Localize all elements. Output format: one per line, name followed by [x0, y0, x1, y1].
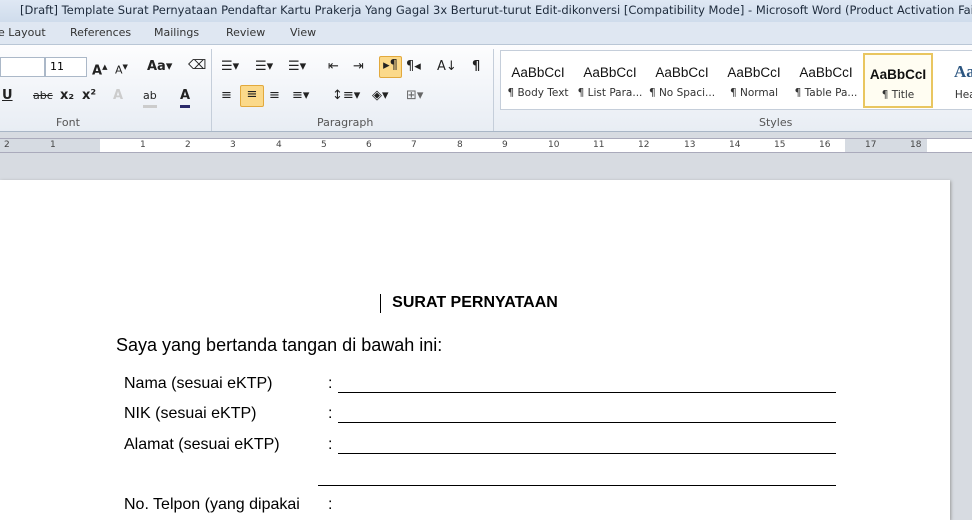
- field-line-nik: [338, 422, 836, 423]
- sort-icon[interactable]: A↓: [437, 58, 457, 76]
- numbering-icon[interactable]: ☰▾: [255, 58, 273, 76]
- ruler-number: 3: [230, 140, 236, 150]
- justify-icon[interactable]: ≡▾: [292, 87, 309, 105]
- ruler-number: 1: [50, 140, 56, 150]
- font-size-select[interactable]: 11: [45, 57, 87, 77]
- ruler-number: 17: [865, 140, 877, 150]
- ruler-number: 2: [4, 140, 10, 150]
- ruler-number: 14: [729, 140, 741, 150]
- style-list-paragraph[interactable]: AaBbCcI ¶ List Para...: [575, 53, 645, 108]
- ruler-number: 9: [502, 140, 508, 150]
- shading-icon[interactable]: ◈▾: [372, 87, 389, 105]
- title-bar: [Draft] Template Surat Pernyataan Pendaf…: [0, 0, 972, 22]
- ruler-number: 11: [593, 140, 605, 150]
- style-normal[interactable]: AaBbCcI ¶ Normal: [719, 53, 789, 108]
- ruler-number: 4: [276, 140, 282, 150]
- ruler-number: 13: [684, 140, 696, 150]
- ruler-number: 8: [457, 140, 463, 150]
- field-line-nama: [338, 392, 836, 393]
- field-colon: :: [328, 375, 333, 392]
- style-heading[interactable]: AaBHeadi: [935, 53, 972, 108]
- document-heading: SURAT PERNYATAAN: [392, 294, 558, 311]
- ruler-number: 12: [638, 140, 650, 150]
- underline-icon[interactable]: U: [2, 87, 13, 105]
- ruler-number: 1: [140, 140, 146, 150]
- strikethrough-icon[interactable]: abc: [33, 87, 53, 105]
- ruler-number: 2: [185, 140, 191, 150]
- ruler-number: 10: [548, 140, 560, 150]
- field-colon: :: [328, 496, 333, 513]
- align-left-icon[interactable]: ≡: [221, 87, 232, 105]
- shrink-font-icon[interactable]: A▼: [115, 58, 128, 80]
- decrease-indent-icon[interactable]: ⇤: [328, 58, 339, 76]
- grow-font-icon[interactable]: A▲: [92, 58, 107, 80]
- style-no-spacing[interactable]: AaBbCcI ¶ No Spaci...: [647, 53, 717, 108]
- tab-view[interactable]: View: [290, 26, 316, 39]
- ribbon-tabs: e Layout References Mailings Review View: [0, 22, 972, 44]
- multilevel-list-icon[interactable]: ☰▾: [288, 58, 306, 76]
- show-formatting-icon[interactable]: ¶: [472, 58, 480, 76]
- increase-indent-icon[interactable]: ⇥: [353, 58, 364, 76]
- text-cursor: [380, 294, 381, 313]
- field-line-alamat-2: [318, 485, 836, 486]
- superscript-icon[interactable]: x²: [82, 87, 96, 105]
- field-label-nama: Nama (sesuai eKTP): [124, 375, 273, 392]
- subscript-icon[interactable]: x₂: [60, 87, 74, 105]
- tab-review[interactable]: Review: [226, 26, 265, 39]
- tab-references[interactable]: References: [70, 26, 131, 39]
- styles-group-label: Styles: [759, 116, 793, 129]
- bullets-icon[interactable]: ☰▾: [221, 58, 239, 76]
- intro-text: Saya yang bertanda tangan di bawah ini:: [116, 335, 443, 355]
- highlight-icon[interactable]: ab: [143, 87, 157, 108]
- ribbon: 11 A▲ A▼ Aa▾ ⌫ U abc x₂ x² A ab A Font ☰…: [0, 44, 972, 132]
- line-spacing-icon[interactable]: ↕≡▾: [332, 87, 360, 105]
- style-body-text[interactable]: AaBbCcI ¶ Body Text: [503, 53, 573, 108]
- align-center-icon[interactable]: ≡: [240, 85, 264, 107]
- field-colon: :: [328, 405, 333, 422]
- font-name-select[interactable]: [0, 57, 45, 77]
- styles-gallery: AaBbCcI ¶ Body Text AaBbCcI ¶ List Para...…: [500, 50, 972, 110]
- ruler-number: 6: [366, 140, 372, 150]
- ruler-number: 7: [411, 140, 417, 150]
- tab-page-layout[interactable]: e Layout: [0, 26, 46, 39]
- ltr-icon[interactable]: ▸¶: [379, 56, 402, 78]
- style-table-paragraph[interactable]: AaBbCcI ¶ Table Pa...: [791, 53, 861, 108]
- font-color-icon[interactable]: A: [180, 87, 191, 108]
- paragraph-group-label: Paragraph: [317, 116, 374, 129]
- document-page[interactable]: SURAT PERNYATAAN Saya yang bertanda tang…: [0, 180, 950, 520]
- field-line-alamat: [338, 453, 836, 454]
- field-label-nik: NIK (sesuai eKTP): [124, 405, 257, 422]
- font-group-label: Font: [56, 116, 80, 129]
- ruler-number: 18: [910, 140, 922, 150]
- field-label-telpon: No. Telpon (yang dipakai: [124, 496, 300, 513]
- horizontal-ruler[interactable]: 2 1 1 2 3 4 5 6 7 8 9 10 11 12 13 14 15 16 17 18: [0, 138, 972, 153]
- ruler-number: 16: [819, 140, 831, 150]
- clear-formatting-icon[interactable]: ⌫: [188, 57, 206, 75]
- change-case-icon[interactable]: Aa▾: [147, 58, 172, 76]
- field-colon: :: [328, 436, 333, 453]
- style-title[interactable]: AaBbCcI ¶ Title: [863, 53, 933, 108]
- tab-mailings[interactable]: Mailings: [154, 26, 199, 39]
- ruler-number: 5: [321, 140, 327, 150]
- align-right-icon[interactable]: ≡: [269, 87, 280, 105]
- text-effects-icon[interactable]: A: [113, 87, 123, 105]
- field-label-alamat: Alamat (sesuai eKTP): [124, 436, 280, 453]
- borders-icon[interactable]: ⊞▾: [406, 87, 423, 105]
- ruler-number: 15: [774, 140, 786, 150]
- rtl-icon[interactable]: ¶◂: [406, 58, 421, 76]
